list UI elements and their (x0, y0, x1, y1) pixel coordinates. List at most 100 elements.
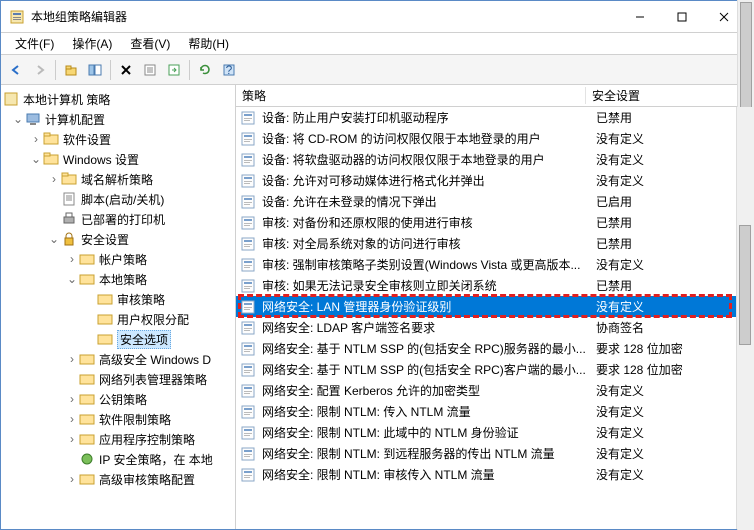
policy-name: 网络安全: 限制 NTLM: 此域中的 NTLM 身份验证 (262, 424, 590, 441)
policy-icon (240, 152, 256, 168)
collapse-icon[interactable]: ⌄ (11, 112, 25, 126)
expand-icon[interactable]: › (65, 392, 79, 406)
policy-name: 设备: 防止用户安装打印机驱动程序 (262, 109, 590, 126)
tree-security-settings[interactable]: ⌄安全设置 (1, 229, 235, 249)
policy-row[interactable]: 设备: 允许在未登录的情况下弹出已启用 (236, 191, 753, 212)
policy-row[interactable]: 审核: 强制审核策略子类别设置(Windows Vista 或更高版本...没有… (236, 254, 753, 275)
tree-public-key[interactable]: ›公钥策略 (1, 389, 235, 409)
col-setting[interactable]: 安全设置 (586, 87, 753, 104)
tree-windows-firewall[interactable]: ›高级安全 Windows D (1, 349, 235, 369)
expand-icon[interactable]: › (65, 472, 79, 486)
policy-setting: 要求 128 位加密 (590, 340, 753, 357)
delete-button[interactable] (115, 59, 137, 81)
expand-icon[interactable]: › (65, 352, 79, 366)
policy-setting: 没有定义 (590, 130, 753, 147)
policy-row[interactable]: 设备: 允许对可移动媒体进行格式化并弹出没有定义 (236, 170, 753, 191)
col-policy[interactable]: 策略 (236, 87, 586, 104)
export-button[interactable] (163, 59, 185, 81)
menu-help[interactable]: 帮助(H) (180, 33, 237, 54)
tree-network-list-manager[interactable]: 网络列表管理器策略 (1, 369, 235, 389)
policy-row[interactable]: 网络安全: 限制 NTLM: 审核传入 NTLM 流量没有定义 (236, 464, 753, 485)
up-button[interactable] (60, 59, 82, 81)
policy-row[interactable]: 网络安全: LAN 管理器身份验证级别没有定义 (236, 296, 753, 317)
policy-row[interactable]: 网络安全: 配置 Kerberos 允许的加密类型没有定义 (236, 380, 753, 401)
tree-pane[interactable]: 本地计算机 策略 ⌄计算机配置 ›软件设置 ⌄Windows 设置 ›域名解析策… (1, 85, 236, 529)
menu-action[interactable]: 操作(A) (64, 33, 120, 54)
expand-icon[interactable]: › (29, 132, 43, 146)
policy-icon (240, 362, 256, 378)
collapse-icon[interactable]: ⌄ (29, 152, 43, 166)
back-button[interactable] (5, 59, 27, 81)
policy-row[interactable]: 设备: 将 CD-ROM 的访问权限仅限于本地登录的用户没有定义 (236, 128, 753, 149)
tree-ip-security[interactable]: IP 安全策略，在 本地 (1, 449, 235, 469)
help-button[interactable]: ? (218, 59, 240, 81)
policy-icon (240, 425, 256, 441)
policy-row[interactable]: 设备: 防止用户安装打印机驱动程序已禁用 (236, 107, 753, 128)
policy-icon (240, 467, 256, 483)
list-scrollbar[interactable] (736, 107, 753, 529)
policy-icon (240, 236, 256, 252)
menu-view[interactable]: 查看(V) (122, 33, 178, 54)
tree-user-rights[interactable]: 用户权限分配 (1, 309, 235, 329)
policy-setting: 已禁用 (590, 277, 753, 294)
properties-button[interactable] (139, 59, 161, 81)
tree-root[interactable]: 本地计算机 策略 (1, 89, 235, 109)
policy-name: 审核: 对全局系统对象的访问进行审核 (262, 235, 590, 252)
policy-row[interactable]: 网络安全: 限制 NTLM: 到远程服务器的传出 NTLM 流量没有定义 (236, 443, 753, 464)
tree-advanced-audit[interactable]: ›高级审核策略配置 (1, 469, 235, 489)
column-headers[interactable]: 策略 安全设置 (236, 85, 753, 107)
expand-icon[interactable]: › (65, 432, 79, 446)
policy-list[interactable]: 设备: 防止用户安装打印机驱动程序已禁用设备: 将 CD-ROM 的访问权限仅限… (236, 107, 753, 529)
separator (110, 60, 111, 80)
tree-app-control[interactable]: ›应用程序控制策略 (1, 429, 235, 449)
policy-setting: 没有定义 (590, 298, 753, 315)
policy-setting: 已禁用 (590, 109, 753, 126)
expand-icon[interactable]: › (65, 412, 79, 426)
policy-name: 设备: 将 CD-ROM 的访问权限仅限于本地登录的用户 (262, 130, 590, 147)
policy-row[interactable]: 审核: 如果无法记录安全审核则立即关闭系统已禁用 (236, 275, 753, 296)
policy-row[interactable]: 网络安全: 基于 NTLM SSP 的(包括安全 RPC)服务器的最小...要求… (236, 338, 753, 359)
policy-row[interactable]: 审核: 对全局系统对象的访问进行审核已禁用 (236, 233, 753, 254)
show-hide-tree-button[interactable] (84, 59, 106, 81)
policy-name: 网络安全: 基于 NTLM SSP 的(包括安全 RPC)服务器的最小... (262, 340, 590, 357)
tree-audit-policy[interactable]: 审核策略 (1, 289, 235, 309)
forward-button[interactable] (29, 59, 51, 81)
tree-security-options[interactable]: 安全选项 (1, 329, 235, 349)
policy-setting: 已禁用 (590, 235, 753, 252)
policy-row[interactable]: 网络安全: 限制 NTLM: 传入 NTLM 流量没有定义 (236, 401, 753, 422)
policy-row[interactable]: 网络安全: 基于 NTLM SSP 的(包括安全 RPC)客户端的最小...要求… (236, 359, 753, 380)
tree-windows-settings[interactable]: ⌄Windows 设置 (1, 149, 235, 169)
tree-name-resolution[interactable]: ›域名解析策略 (1, 169, 235, 189)
policy-name: 网络安全: 基于 NTLM SSP 的(包括安全 RPC)客户端的最小... (262, 361, 590, 378)
expand-icon[interactable]: › (65, 252, 79, 266)
policy-icon (240, 194, 256, 210)
expand-icon[interactable]: › (47, 172, 61, 186)
app-icon (9, 9, 25, 25)
tree-local-policies[interactable]: ⌄本地策略 (1, 269, 235, 289)
separator (55, 60, 56, 80)
policy-row[interactable]: 网络安全: 限制 NTLM: 此域中的 NTLM 身份验证没有定义 (236, 422, 753, 443)
policy-setting: 没有定义 (590, 256, 753, 273)
tree-software-restriction[interactable]: ›软件限制策略 (1, 409, 235, 429)
policy-row[interactable]: 设备: 将软盘驱动器的访问权限仅限于本地登录的用户没有定义 (236, 149, 753, 170)
collapse-icon[interactable]: ⌄ (65, 272, 79, 286)
collapse-icon[interactable]: ⌄ (47, 232, 61, 246)
policy-name: 审核: 如果无法记录安全审核则立即关闭系统 (262, 277, 590, 294)
tree-computer-config[interactable]: ⌄计算机配置 (1, 109, 235, 129)
menu-file[interactable]: 文件(F) (7, 33, 62, 54)
tree-account-policies[interactable]: ›帐户策略 (1, 249, 235, 269)
policy-row[interactable]: 网络安全: LDAP 客户端签名要求协商签名 (236, 317, 753, 338)
policy-setting: 没有定义 (590, 403, 753, 420)
maximize-button[interactable] (661, 3, 703, 31)
policy-setting: 没有定义 (590, 424, 753, 441)
tree-scripts[interactable]: 脚本(启动/关机) (1, 189, 235, 209)
policy-icon (240, 383, 256, 399)
policy-row[interactable]: 审核: 对备份和还原权限的使用进行审核已禁用 (236, 212, 753, 233)
tree-deployed-printers[interactable]: 已部署的打印机 (1, 209, 235, 229)
svg-text:?: ? (226, 63, 233, 77)
minimize-button[interactable] (619, 3, 661, 31)
policy-setting: 已启用 (590, 193, 753, 210)
policy-icon (240, 173, 256, 189)
tree-software-settings[interactable]: ›软件设置 (1, 129, 235, 149)
refresh-button[interactable] (194, 59, 216, 81)
